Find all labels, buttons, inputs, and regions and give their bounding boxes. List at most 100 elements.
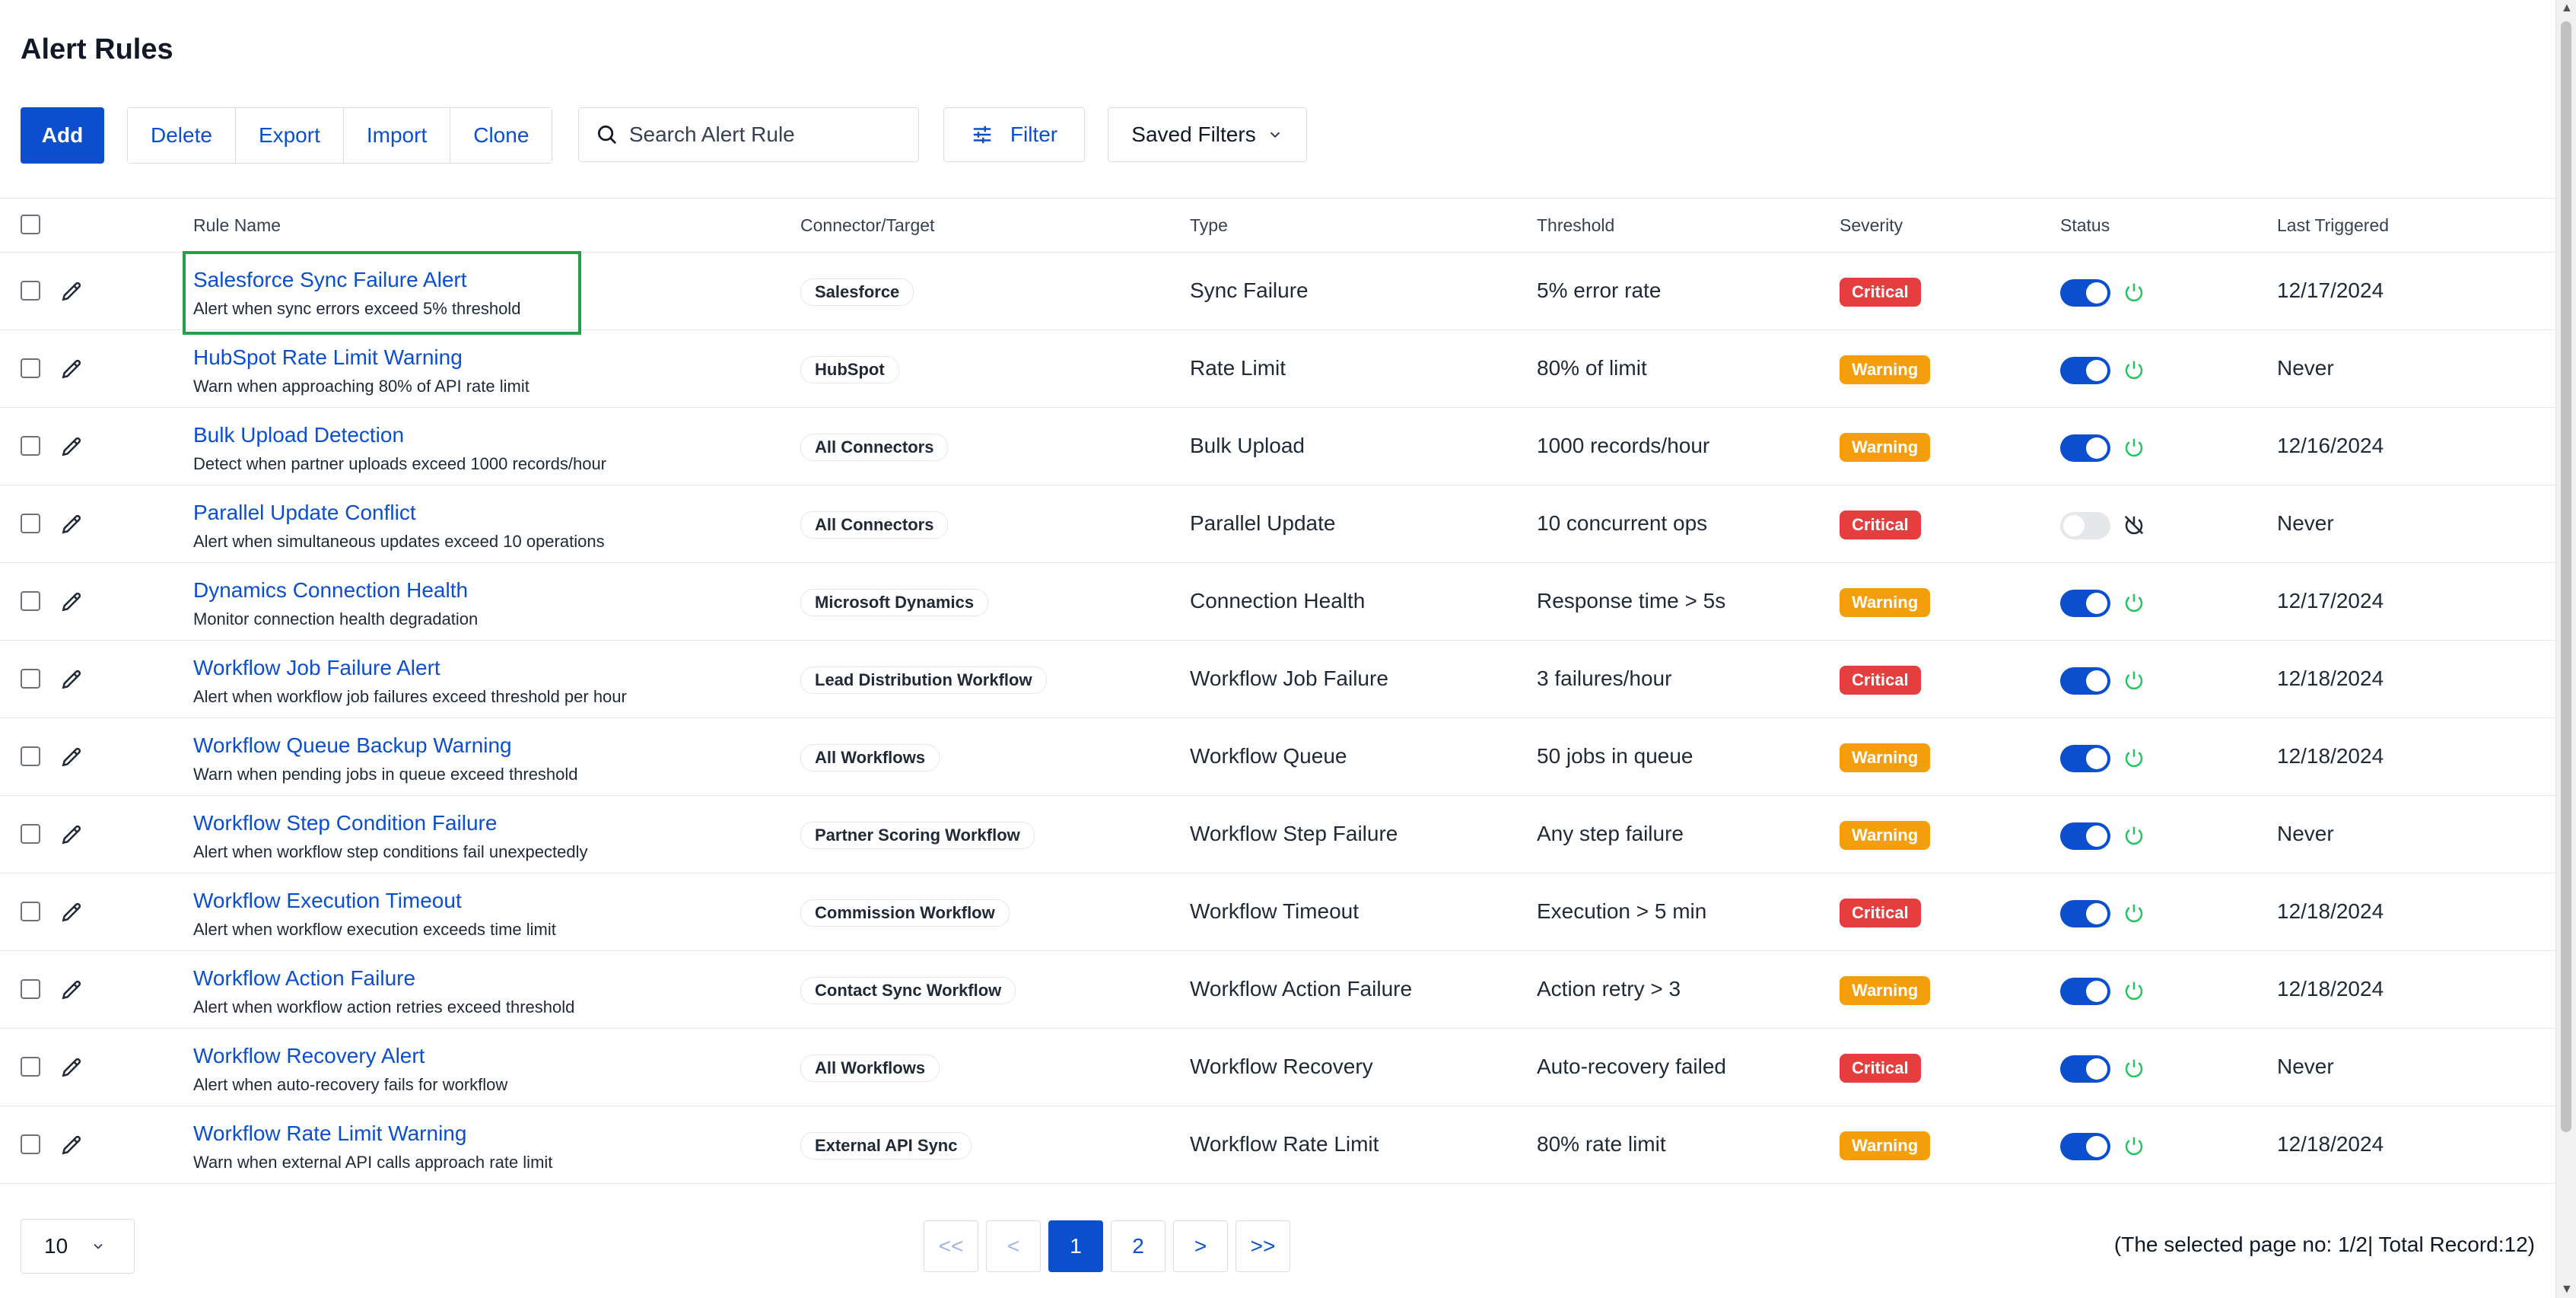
row-checkbox[interactable] — [21, 358, 40, 378]
pencil-icon[interactable] — [59, 590, 84, 614]
status-toggle[interactable] — [2060, 900, 2110, 927]
clone-button[interactable]: Clone — [450, 108, 552, 163]
row-checkbox[interactable] — [21, 824, 40, 844]
page-1-button[interactable]: 1 — [1048, 1220, 1103, 1272]
scrollbar-thumb[interactable] — [2561, 21, 2571, 1132]
toggle-knob — [2086, 1058, 2107, 1080]
pencil-icon[interactable] — [59, 978, 84, 1002]
status-toggle[interactable] — [2060, 822, 2110, 850]
rule-name-link[interactable]: Workflow Queue Backup Warning — [193, 733, 512, 758]
table-row: Workflow Queue Backup Warning Warn when p… — [0, 718, 2556, 796]
scroll-up-arrow-icon[interactable]: ▲ — [2561, 2, 2573, 15]
power-off-icon — [2123, 514, 2145, 536]
rule-type: Workflow Queue — [1190, 744, 1347, 768]
filter-button[interactable]: Filter — [943, 107, 1085, 162]
status-toggle[interactable] — [2060, 590, 2110, 617]
row-checkbox[interactable] — [21, 669, 40, 689]
severity-badge: Critical — [1840, 278, 1921, 307]
row-checkbox[interactable] — [21, 591, 40, 611]
connector-chip: All Connectors — [800, 511, 949, 539]
rule-description: Alert when simultaneous updates exceed 1… — [193, 532, 605, 551]
first-page-button[interactable]: << — [924, 1220, 978, 1272]
rule-name-link[interactable]: Dynamics Connection Health — [193, 578, 468, 603]
pencil-icon[interactable] — [59, 1055, 84, 1080]
status-toggle[interactable] — [2060, 1133, 2110, 1160]
power-icon — [2123, 746, 2145, 769]
row-checkbox[interactable] — [21, 746, 40, 766]
rule-type: Workflow Job Failure — [1190, 666, 1388, 690]
status-toggle[interactable] — [2060, 357, 2110, 384]
pencil-icon[interactable] — [59, 745, 84, 769]
rule-description: Alert when workflow action retries excee… — [193, 997, 575, 1016]
power-icon — [2123, 824, 2145, 847]
last-page-button[interactable]: >> — [1236, 1220, 1290, 1272]
rule-name-link[interactable]: Bulk Upload Detection — [193, 423, 404, 447]
search-input[interactable] — [627, 122, 918, 148]
status-toggle[interactable] — [2060, 512, 2110, 539]
pencil-icon[interactable] — [59, 822, 84, 847]
last-triggered: 12/18/2024 — [2277, 1132, 2384, 1156]
select-all-checkbox[interactable] — [21, 215, 40, 234]
rule-name-link[interactable]: Workflow Rate Limit Warning — [193, 1121, 466, 1146]
pencil-icon[interactable] — [59, 357, 84, 381]
add-button[interactable]: Add — [21, 107, 104, 164]
row-checkbox[interactable] — [21, 436, 40, 456]
rule-name-link[interactable]: Workflow Execution Timeout — [193, 889, 462, 913]
page-2-button[interactable]: 2 — [1111, 1220, 1166, 1272]
rule-threshold: Auto-recovery failed — [1537, 1055, 1727, 1078]
status-toggle[interactable] — [2060, 1055, 2110, 1083]
rule-name-link[interactable]: Workflow Step Condition Failure — [193, 811, 497, 835]
status-toggle[interactable] — [2060, 279, 2110, 307]
filter-label: Filter — [1010, 122, 1058, 146]
prev-page-button[interactable]: < — [986, 1220, 1041, 1272]
status-toggle[interactable] — [2060, 745, 2110, 772]
rule-threshold: Execution > 5 min — [1537, 899, 1707, 923]
row-checkbox[interactable] — [21, 902, 40, 921]
status-toggle[interactable] — [2060, 667, 2110, 695]
status-toggle[interactable] — [2060, 434, 2110, 462]
connector-chip: Partner Scoring Workflow — [800, 822, 1035, 849]
row-checkbox[interactable] — [21, 281, 40, 301]
last-triggered: Never — [2277, 822, 2334, 845]
table-row: HubSpot Rate Limit Warning Warn when appr… — [0, 330, 2556, 408]
table-row: Parallel Update Conflict Alert when simul… — [0, 485, 2556, 563]
row-checkbox[interactable] — [21, 1057, 40, 1077]
vertical-scrollbar[interactable]: ▲ ▼ — [2555, 0, 2576, 1298]
last-triggered: 12/17/2024 — [2277, 589, 2384, 612]
pencil-icon[interactable] — [59, 667, 84, 692]
pencil-icon[interactable] — [59, 279, 84, 304]
rule-name-link[interactable]: Workflow Recovery Alert — [193, 1044, 425, 1068]
rule-name-link[interactable]: Workflow Action Failure — [193, 966, 415, 991]
page-size-value: 10 — [44, 1234, 68, 1258]
sliders-icon — [973, 126, 991, 144]
import-button[interactable]: Import — [343, 108, 451, 163]
pencil-icon[interactable] — [59, 512, 84, 536]
table-row: Workflow Job Failure Alert Alert when wor… — [0, 641, 2556, 718]
rule-name-link[interactable]: Workflow Job Failure Alert — [193, 656, 440, 680]
rule-name-link[interactable]: Parallel Update Conflict — [193, 501, 416, 525]
rule-threshold: 10 concurrent ops — [1537, 511, 1708, 535]
saved-filters-dropdown[interactable]: Saved Filters — [1108, 107, 1307, 162]
rule-name-link[interactable]: HubSpot Rate Limit Warning — [193, 345, 463, 370]
scroll-down-arrow-icon[interactable]: ▼ — [2561, 1283, 2573, 1296]
pencil-icon[interactable] — [59, 434, 84, 459]
page: Alert Rules Add Delete Export Import Clo… — [0, 0, 2556, 1298]
pencil-icon[interactable] — [59, 1133, 84, 1157]
page-size-select[interactable]: 10 — [21, 1219, 135, 1274]
rule-type: Workflow Rate Limit — [1190, 1132, 1379, 1156]
export-button[interactable]: Export — [235, 108, 344, 163]
status-toggle[interactable] — [2060, 978, 2110, 1005]
rule-type: Workflow Action Failure — [1190, 977, 1413, 1001]
row-checkbox[interactable] — [21, 979, 40, 999]
pencil-icon[interactable] — [59, 900, 84, 924]
toggle-knob — [2086, 437, 2107, 459]
severity-badge: Warning — [1840, 743, 1931, 772]
power-icon — [2123, 669, 2145, 692]
next-page-button[interactable]: > — [1173, 1220, 1228, 1272]
delete-button[interactable]: Delete — [128, 108, 236, 163]
power-icon — [2123, 436, 2145, 459]
last-triggered: 12/16/2024 — [2277, 434, 2384, 457]
row-checkbox[interactable] — [21, 1134, 40, 1154]
row-checkbox[interactable] — [21, 514, 40, 533]
rule-threshold: 50 jobs in queue — [1537, 744, 1693, 768]
